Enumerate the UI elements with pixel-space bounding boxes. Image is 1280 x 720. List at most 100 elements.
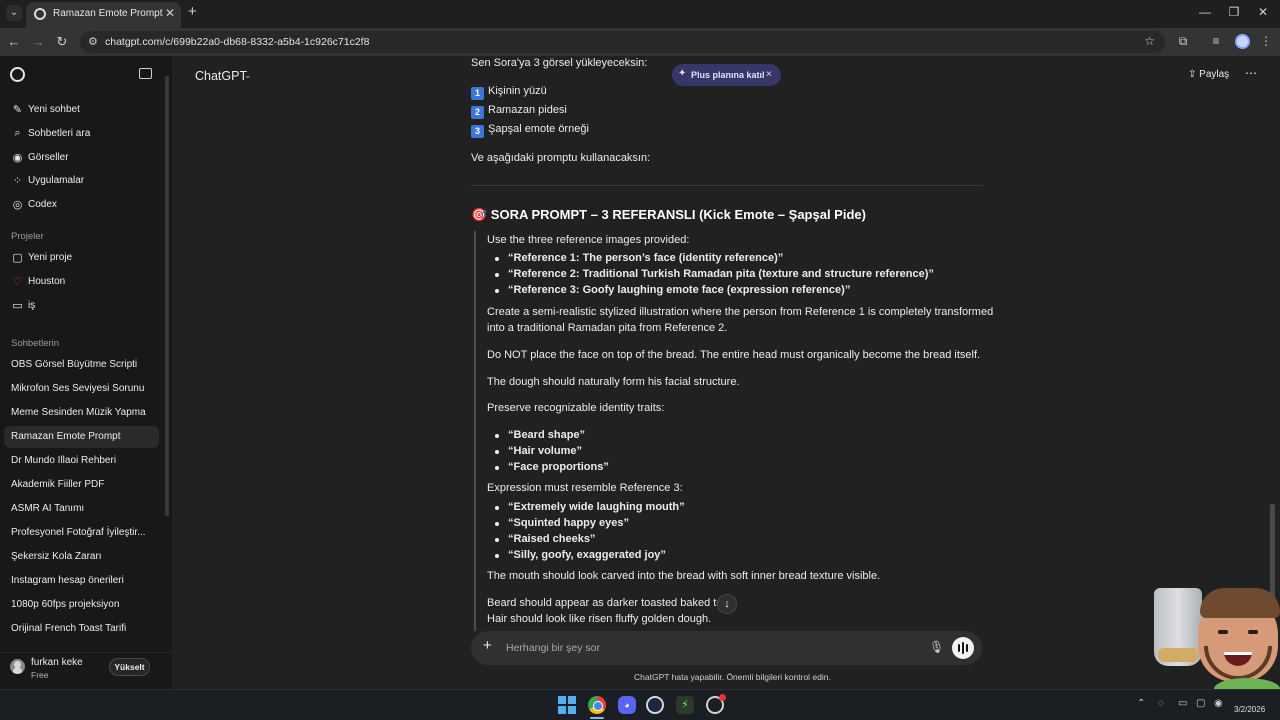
close-icon[interactable]: × [766,69,772,80]
chat-title: OBS Görsel Büyütme Scripti [11,359,138,370]
bullet [495,257,499,261]
sidebar-item-label: Yeni proje [28,252,73,263]
sidebar-item-new-project[interactable]: ▢ Yeni proje [4,247,159,269]
minimize-button[interactable]: — [1195,5,1215,19]
numbered-item: 3 Şapşal emote örneği [471,121,589,138]
reading-list-icon[interactable]: ≡ [1208,34,1224,48]
microphone-icon[interactable]: 🎙 [929,640,944,654]
tab-close-icon[interactable]: ✕ [165,6,175,20]
sidebar-item-is[interactable]: ▭ iş [4,295,159,317]
chat-list-item[interactable]: Şekersiz Kola Zararı [4,546,159,568]
chat-list-item[interactable]: Meme Sesinden Müzik Yapma [4,402,159,424]
message-text: The mouth should look carved into the br… [487,570,881,582]
app-icon[interactable]: ⚡ [676,696,694,714]
forward-arrow-icon[interactable]: → [30,34,46,49]
chat-list-item[interactable]: Instagram hesap önerileri [4,570,159,592]
chat-title: Profesyonel Fotoğraf İyileştir... [11,527,146,538]
browser-tab[interactable]: Ramazan Emote Prompt ✕ [26,2,181,28]
chrome-icon[interactable] [588,696,606,714]
sidebar-toggle-icon[interactable] [139,68,152,79]
active-app-indicator [590,717,604,719]
site-info-icon[interactable]: ⚙ [88,35,98,48]
chat-list-item[interactable]: Akademik Fiiller PDF [4,474,159,496]
add-attachment-icon[interactable]: + [483,637,492,654]
chat-list-item[interactable]: Profesyonel Fotoğraf İyileştir... [4,522,159,544]
search-icon: ⌕ [14,127,21,139]
chat-title: Dr Mundo Illaoi Rehberi [11,455,117,466]
plus-plan-pill[interactable]: ✦ Plus planına katıl × [672,64,781,86]
new-tab-button[interactable]: + [188,3,197,20]
user-menu[interactable]: furkan keke Free Yükselt [0,652,172,689]
discord-icon[interactable]: ◕ [618,696,636,714]
scroll-down-arrow-icon[interactable]: ↓ [717,594,737,614]
message-composer[interactable]: + Herhangi bir şey sor 🎙 [471,631,982,665]
tray-icon[interactable]: ◌ [1158,698,1164,709]
bullet [495,554,499,558]
profile-avatar-icon[interactable] [1235,34,1250,49]
chat-list-item[interactable]: Orijinal French Toast Tarifi [4,618,159,640]
sidebar-item-houston[interactable]: ♡ Houston [4,271,159,293]
sidebar-item-label: Houston [28,276,66,287]
overlay-sticker-image [1148,586,1280,706]
chat-list-item[interactable]: Dr Mundo Illaoi Rehberi [4,450,159,472]
maximize-button[interactable]: ❐ [1224,5,1244,19]
chat-list-item[interactable]: Mikrofon Ses Seviyesi Sorunu [4,378,159,400]
message-text: Do NOT place the face on top of the brea… [487,349,981,361]
sidebar: ✎ Yeni sohbet ⌕ Sohbetleri ara ◉ Görsell… [0,56,172,689]
message-text: Use the three reference images provided: [487,234,690,246]
codex-icon: ◎ [12,199,23,211]
more-options-icon[interactable]: ⋯ [1245,66,1257,80]
chat-list-item-active[interactable]: Ramazan Emote Prompt [4,426,159,448]
sidebar-item-label: Codex [28,199,57,210]
model-selector[interactable]: ChatGPT [195,69,247,83]
browser-menu-icon[interactable]: ⋮ [1258,34,1274,48]
back-arrow-icon[interactable]: ← [6,34,22,49]
blockquote-bar [474,231,476,631]
tray-icon[interactable]: ◉ [1214,698,1223,709]
prompt-input[interactable]: Herhangi bir şey sor [506,642,600,654]
waveform-bar [958,644,960,652]
sidebar-item-apps[interactable]: ⁘ Uygulamalar [4,170,159,192]
steam-icon[interactable] [646,696,664,714]
url-text[interactable]: chatgpt.com/c/699b22a0-db68-8332-a5b4-1c… [105,36,369,48]
message-text: Sen Sora'ya 3 görsel yükleyeceksin: [471,57,648,69]
sidebar-item-new-chat[interactable]: ✎ Yeni sohbet [4,99,159,121]
folder-icon: ▭ [12,300,23,312]
taskbar-clock-date[interactable]: 3/2/2026 [1234,705,1265,714]
chat-list-item[interactable]: 1080p 60fps projeksiyon [4,594,159,616]
tray-icon[interactable]: ▢ [1196,698,1205,709]
sidebar-item-codex[interactable]: ◎ Codex [4,194,159,216]
tray-overflow-chevron-icon[interactable]: ⌃ [1137,698,1145,709]
reload-icon[interactable]: ↻ [54,34,70,50]
sidebar-item-images[interactable]: ◉ Görseller [4,147,159,169]
bookmark-star-icon[interactable]: ☆ [1144,34,1155,48]
app-icon[interactable] [706,694,726,714]
chatgpt-logo-icon[interactable] [10,67,25,82]
voice-mode-button[interactable] [952,637,974,659]
close-window-button[interactable]: ✕ [1253,5,1273,19]
tab-search-button[interactable]: ⌄ [6,5,22,21]
chat-list-item[interactable]: ASMR AI Tanımı [4,498,159,520]
tab-title: Ramazan Emote Prompt [53,8,163,19]
windows-start-icon[interactable] [558,696,576,714]
message-text: The dough should naturally form his faci… [487,376,740,388]
sidebar-item-search-chats[interactable]: ⌕ Sohbetleri ara [4,123,159,145]
list-item: “Raised cheeks” [508,533,596,545]
drink-glass [1154,588,1202,666]
chat-title: Meme Sesinden Müzik Yapma [11,407,146,418]
apps-icon: ⁘ [12,175,23,187]
sidebar-item-label: Sohbetleri ara [28,128,91,139]
address-toolbar: ← → ↻ ⚙ chatgpt.com/c/699b22a0-db68-8332… [0,28,1280,56]
address-bar[interactable]: ⚙ chatgpt.com/c/699b22a0-db68-8332-a5b4-… [80,31,1165,53]
list-item: “Silly, goofy, exaggerated joy” [508,549,666,561]
tray-icon[interactable]: ▭ [1178,698,1187,709]
avatar [10,659,25,674]
chat-list-item[interactable]: OBS Görsel Büyütme Scripti [4,354,159,376]
chevron-down-icon[interactable]: ⌄ [244,70,252,81]
upgrade-button[interactable]: Yükselt [109,658,150,676]
sidebar-scrollbar[interactable] [165,76,169,516]
hair [1200,588,1280,618]
list-item: “Squinted happy eyes” [508,517,630,529]
extensions-icon[interactable]: ⧉ [1175,34,1191,49]
share-button[interactable]: ⇪ Paylaş [1188,69,1229,80]
